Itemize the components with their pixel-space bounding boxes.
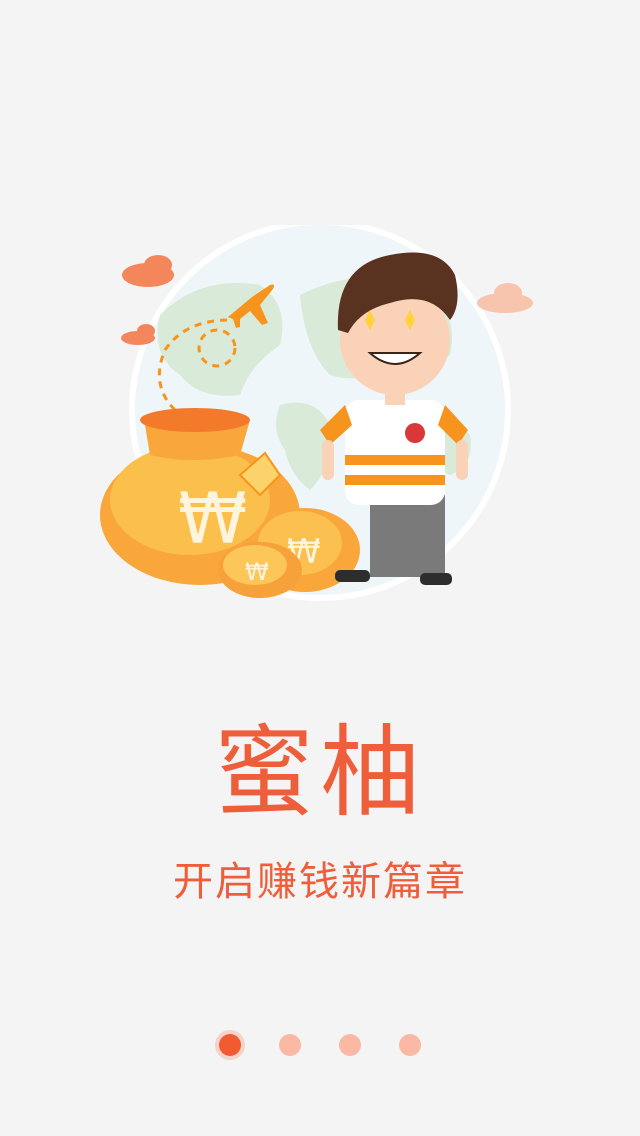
page-dot-4[interactable] bbox=[399, 1034, 421, 1056]
page-subtitle: 开启赚钱新篇章 bbox=[173, 859, 467, 905]
page-title: 蜜柚 bbox=[214, 714, 426, 831]
page-dot-2[interactable] bbox=[279, 1034, 301, 1056]
page-dot-1[interactable] bbox=[219, 1034, 241, 1056]
pagination-dots bbox=[0, 1030, 640, 1060]
svg-text:₩: ₩ bbox=[245, 558, 269, 586]
page-dot-3[interactable] bbox=[339, 1034, 361, 1056]
onboarding-illustration: ₩ ₩ ₩ bbox=[100, 225, 533, 601]
onboarding-screen: ₩ ₩ ₩ 蜜柚 开启赚钱新篇章 bbox=[0, 0, 640, 1136]
